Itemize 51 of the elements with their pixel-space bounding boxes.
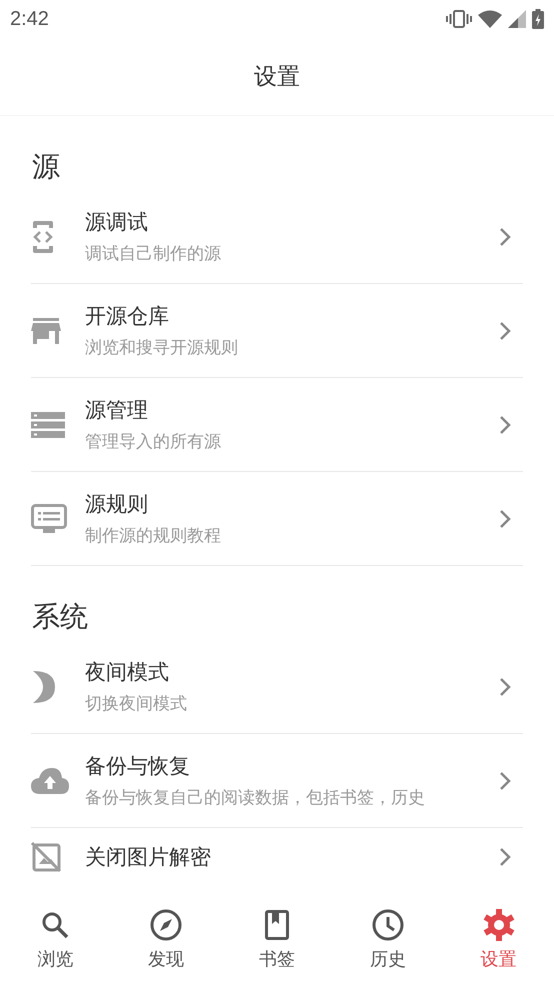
chevron-right-icon	[499, 676, 511, 696]
item-title: 源规则	[85, 491, 148, 518]
chevron-right-icon	[499, 847, 511, 867]
page-title: 设置	[254, 63, 300, 92]
item-title: 源管理	[85, 397, 148, 424]
settings-item[interactable]: 备份与恢复 备份与恢复自己的阅读数据，包括书签，历史	[31, 734, 523, 828]
nav-tab[interactable]: 书签	[222, 895, 332, 984]
section-heading: 系统	[31, 599, 89, 635]
clock-icon	[372, 908, 404, 940]
chevron-right-icon	[499, 770, 511, 790]
settings-item[interactable]: 源调试 调试自己制作的源	[31, 190, 523, 284]
bookmark-icon	[264, 908, 289, 940]
status-time: 2:42	[10, 8, 49, 30]
chevron-right-icon	[499, 320, 511, 340]
item-subtitle: 管理导入的所有源	[85, 431, 221, 453]
chevron-right-icon	[499, 226, 511, 246]
item-subtitle: 制作源的规则教程	[85, 525, 221, 547]
image-off-icon	[31, 842, 61, 872]
settings-item[interactable]: 关闭图片解密	[31, 828, 523, 872]
settings-item[interactable]: 源管理 管理导入的所有源	[31, 378, 523, 472]
moon-icon	[31, 670, 55, 704]
chevron-right-icon	[499, 414, 511, 434]
item-subtitle: 备份与恢复自己的阅读数据，包括书签，历史	[85, 787, 425, 809]
item-title: 夜间模式	[85, 659, 169, 686]
signal-icon	[508, 10, 526, 28]
item-title: 源调试	[85, 209, 148, 236]
nav-tab[interactable]: 浏览	[0, 895, 111, 984]
item-subtitle: 切换夜间模式	[85, 693, 187, 715]
settings-item[interactable]: 开源仓库 浏览和搜寻开源规则	[31, 284, 523, 378]
item-title: 备份与恢复	[85, 753, 190, 780]
nav-tab[interactable]: 发现	[110, 895, 222, 984]
item-title: 开源仓库	[85, 303, 169, 330]
vibrate-icon	[446, 10, 472, 28]
wifi-icon	[478, 10, 502, 28]
settings-icon	[482, 908, 515, 940]
monitor-icon	[31, 504, 67, 534]
battery-icon	[532, 9, 544, 29]
section-heading: 源	[31, 149, 61, 185]
list-icon	[31, 412, 65, 438]
compass-icon	[150, 908, 182, 940]
cloud-upload-icon	[31, 768, 69, 794]
settings-item[interactable]: 夜间模式 切换夜间模式	[31, 640, 523, 734]
settings-item[interactable]: 源规则 制作源的规则教程	[31, 472, 523, 566]
item-subtitle: 浏览和搜寻开源规则	[85, 337, 238, 359]
item-subtitle: 调试自己制作的源	[85, 243, 221, 265]
nav-tab[interactable]: 历史	[332, 895, 444, 984]
nav-tab[interactable]: 设置	[443, 895, 554, 984]
item-title: 关闭图片解密	[85, 844, 211, 871]
code-icon	[31, 220, 55, 254]
chevron-right-icon	[499, 508, 511, 528]
store-icon	[31, 318, 61, 344]
